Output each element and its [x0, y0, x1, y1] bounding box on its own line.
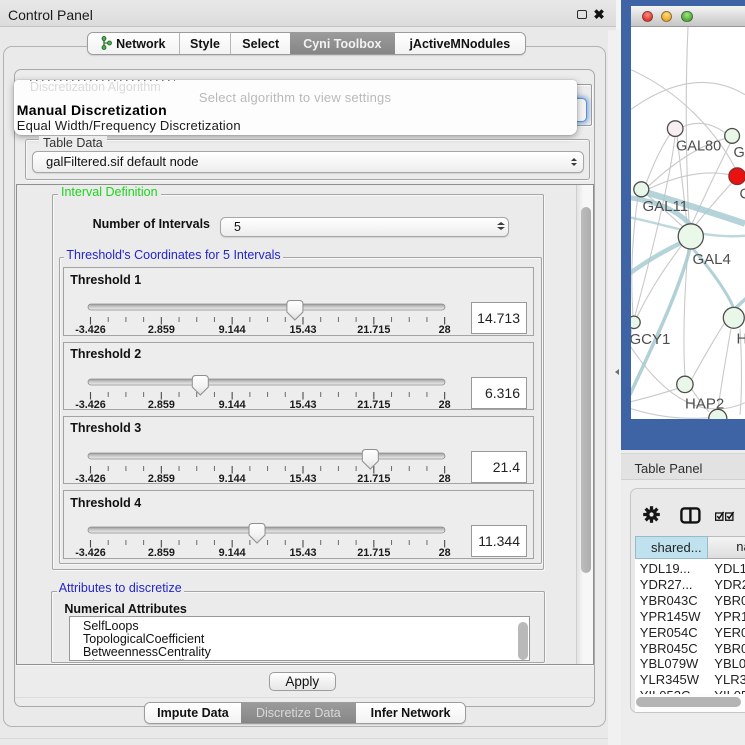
svg-text:15.43: 15.43 — [289, 473, 316, 485]
svg-text:9.144: 9.144 — [219, 547, 246, 559]
svg-text:21.715: 21.715 — [357, 473, 390, 485]
svg-text:15.43: 15.43 — [289, 547, 316, 559]
svg-text:HAP2: HAP2 — [685, 396, 724, 413]
svg-text:-3.426: -3.426 — [75, 399, 106, 411]
svg-text:-3.426: -3.426 — [75, 324, 106, 336]
svg-text:28: 28 — [439, 473, 451, 485]
svg-text:HIS4: HIS4 — [737, 331, 745, 348]
svg-text:2.859: 2.859 — [148, 324, 175, 336]
svg-text:-3.426: -3.426 — [75, 547, 106, 559]
svg-text:2.859: 2.859 — [148, 547, 175, 559]
svg-text:9.144: 9.144 — [219, 399, 246, 411]
svg-text:15.43: 15.43 — [289, 324, 316, 336]
svg-text:GAL80: GAL80 — [676, 139, 721, 155]
svg-text:15.43: 15.43 — [289, 399, 316, 411]
svg-text:28: 28 — [439, 399, 451, 411]
svg-text:21.715: 21.715 — [357, 399, 390, 411]
svg-text:2.859: 2.859 — [148, 399, 175, 411]
svg-text:CDC2: CDC2 — [740, 187, 745, 203]
svg-text:28: 28 — [439, 547, 451, 559]
svg-text:28: 28 — [439, 324, 451, 336]
svg-text:GAL11: GAL11 — [643, 198, 689, 215]
svg-text:GAL1: GAL1 — [734, 145, 745, 161]
svg-text:9.144: 9.144 — [219, 324, 246, 336]
svg-text:GAL4: GAL4 — [693, 251, 731, 268]
svg-text:21.715: 21.715 — [357, 324, 390, 336]
svg-text:9.144: 9.144 — [219, 473, 246, 485]
svg-text:21.715: 21.715 — [357, 547, 390, 559]
svg-text:-3.426: -3.426 — [75, 473, 106, 485]
svg-text:GCY1: GCY1 — [631, 331, 670, 348]
svg-text:2.859: 2.859 — [148, 473, 175, 485]
